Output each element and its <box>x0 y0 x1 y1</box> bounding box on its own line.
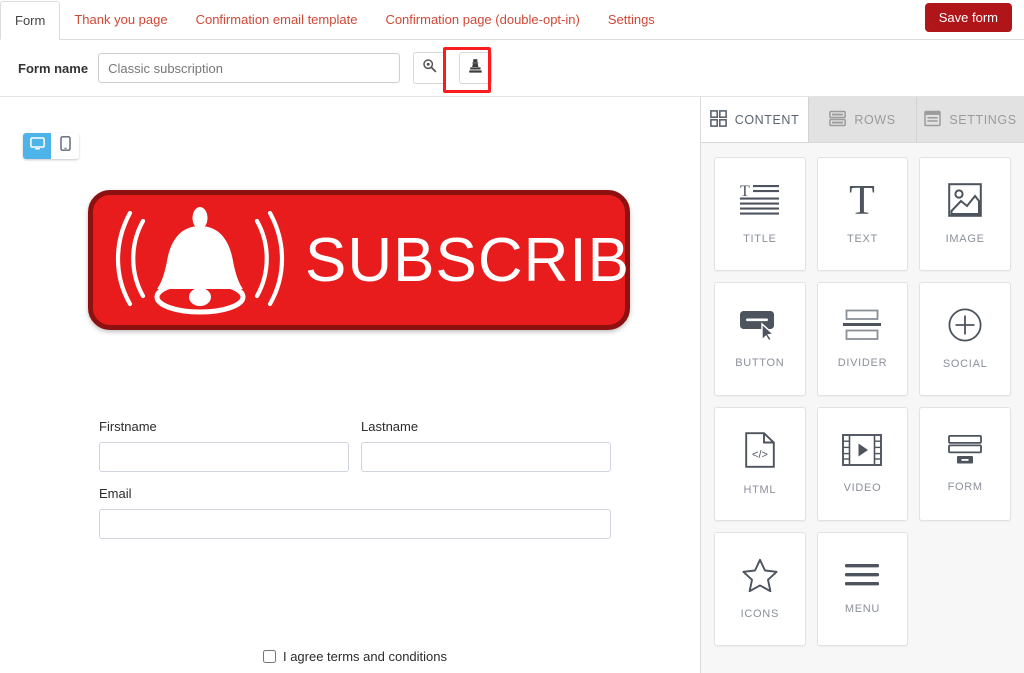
magnifier-icon <box>422 58 437 78</box>
hamburger-menu-icon <box>845 563 880 587</box>
tab-settings[interactable]: Settings <box>594 0 669 39</box>
banner-text: SUBSCRIBE <box>305 225 673 295</box>
lastname-label: Lastname <box>361 419 419 434</box>
block-label: VIDEO <box>843 482 882 494</box>
device-toggle-mobile[interactable] <box>51 133 79 159</box>
email-field-group: Email <box>99 486 611 539</box>
letter-t-icon: T <box>842 183 882 217</box>
plus-circle-icon <box>948 308 982 342</box>
tab-label: ROWS <box>854 112 896 127</box>
tab-confirmation-page-double-opt-in[interactable]: Confirmation page (double-opt-in) <box>371 0 593 39</box>
block-label: MENU <box>844 603 881 615</box>
block-label: BUTTON <box>735 357 785 369</box>
firstname-field-group: Firstname <box>99 419 349 472</box>
form-stack-icon <box>946 435 984 465</box>
svg-text:T: T <box>850 183 876 217</box>
preview-search-button[interactable] <box>413 52 447 84</box>
device-preview-toggle <box>23 133 79 159</box>
tab-thank-you-page[interactable]: Thank you page <box>60 0 181 39</box>
terms-consent-row: I agree terms and conditions <box>99 649 611 664</box>
subscribe-banner-image[interactable]: SUBSCRIBE <box>88 190 671 330</box>
side-panel-tabs: CONTENT ROWS SETTINGS <box>701 97 1024 143</box>
tab-label: SETTINGS <box>949 112 1017 127</box>
block-divider[interactable]: DIVIDER <box>816 282 909 396</box>
form-name-input[interactable] <box>98 53 401 83</box>
rows-stack-icon <box>829 110 847 130</box>
window-settings-icon <box>924 110 942 130</box>
form-editor-app: Form Thank you page Confirmation email t… <box>0 0 1024 673</box>
film-play-icon <box>842 434 883 466</box>
block-text[interactable]: T TEXT <box>816 157 909 271</box>
tab-content[interactable]: CONTENT <box>701 97 809 142</box>
email-label: Email <box>99 486 132 501</box>
divider-icon <box>843 309 882 341</box>
block-social[interactable]: SOCIAL <box>919 282 1011 396</box>
lastname-input[interactable] <box>361 442 611 472</box>
tab-label: Settings <box>607 12 655 27</box>
tab-form[interactable]: Form <box>0 1 61 40</box>
name-fields-row: Firstname Lastname <box>99 419 611 472</box>
block-label: FORM <box>947 481 983 493</box>
mobile-phone-icon <box>59 136 71 156</box>
email-input[interactable] <box>99 509 611 539</box>
block-video[interactable]: VIDEO <box>816 407 909 521</box>
block-button[interactable]: BUTTON <box>714 282 806 396</box>
tab-label: Confirmation email template <box>195 12 358 27</box>
terms-checkbox[interactable] <box>262 650 276 663</box>
block-form[interactable]: FORM <box>919 407 1011 521</box>
terms-label: I agree terms and conditions <box>282 649 448 664</box>
title-text-icon: T <box>739 183 780 217</box>
button-cursor-icon <box>739 309 781 341</box>
block-icons[interactable]: ICONS <box>714 532 806 646</box>
block-title[interactable]: T TITLE <box>714 157 806 271</box>
import-template-button[interactable] <box>459 52 493 84</box>
block-image[interactable]: IMAGE <box>919 157 1011 271</box>
block-label: IMAGE <box>945 233 985 245</box>
tab-rows[interactable]: ROWS <box>809 97 917 142</box>
stamp-import-icon <box>468 58 483 79</box>
email-field-row: Email <box>99 486 611 539</box>
block-label: SOCIAL <box>942 358 988 370</box>
block-label: TITLE <box>743 233 777 245</box>
block-menu[interactable]: MENU <box>816 532 909 646</box>
svg-text:</>: </> <box>752 449 768 461</box>
content-blocks-grid: T TITLE T TEXT IMAGE BUTTON DIVIDER SOCI… <box>701 143 1024 660</box>
firstname-label: Firstname <box>99 419 157 434</box>
editor-side-panel: CONTENT ROWS SETTINGS T TITLE T TEXT IMA… <box>700 97 1024 673</box>
device-toggle-desktop[interactable] <box>23 133 51 159</box>
save-form-button[interactable]: Save form <box>924 3 1012 32</box>
star-icon <box>742 558 778 592</box>
block-label: DIVIDER <box>837 357 888 369</box>
page-tabs: Form Thank you page Confirmation email t… <box>0 0 1024 40</box>
tab-confirmation-email-template[interactable]: Confirmation email template <box>182 0 372 39</box>
bell-with-sound-waves-icon <box>109 199 291 322</box>
form-canvas: SUBSCRIBE Firstname Lastname Email I agr… <box>0 97 700 673</box>
firstname-input[interactable] <box>99 442 349 472</box>
block-label: ICONS <box>740 608 779 620</box>
block-label: TEXT <box>847 233 878 245</box>
svg-text:T: T <box>740 183 750 200</box>
lastname-field-group: Lastname <box>361 419 611 472</box>
grid-squares-icon <box>709 109 727 130</box>
tab-label: CONTENT <box>734 112 800 127</box>
block-label: HTML <box>743 484 777 496</box>
tab-settings-panel[interactable]: SETTINGS <box>917 97 1024 142</box>
form-name-label: Form name <box>18 60 89 76</box>
form-toolbar: Form name <box>0 40 1024 97</box>
tab-label: Thank you page <box>74 12 168 27</box>
tab-label: Confirmation page (double-opt-in) <box>385 12 580 27</box>
picture-icon <box>948 183 982 217</box>
block-html[interactable]: </> HTML <box>714 407 806 521</box>
code-file-icon: </> <box>745 432 775 468</box>
desktop-monitor-icon <box>29 136 45 156</box>
tab-label: Form <box>15 13 46 28</box>
